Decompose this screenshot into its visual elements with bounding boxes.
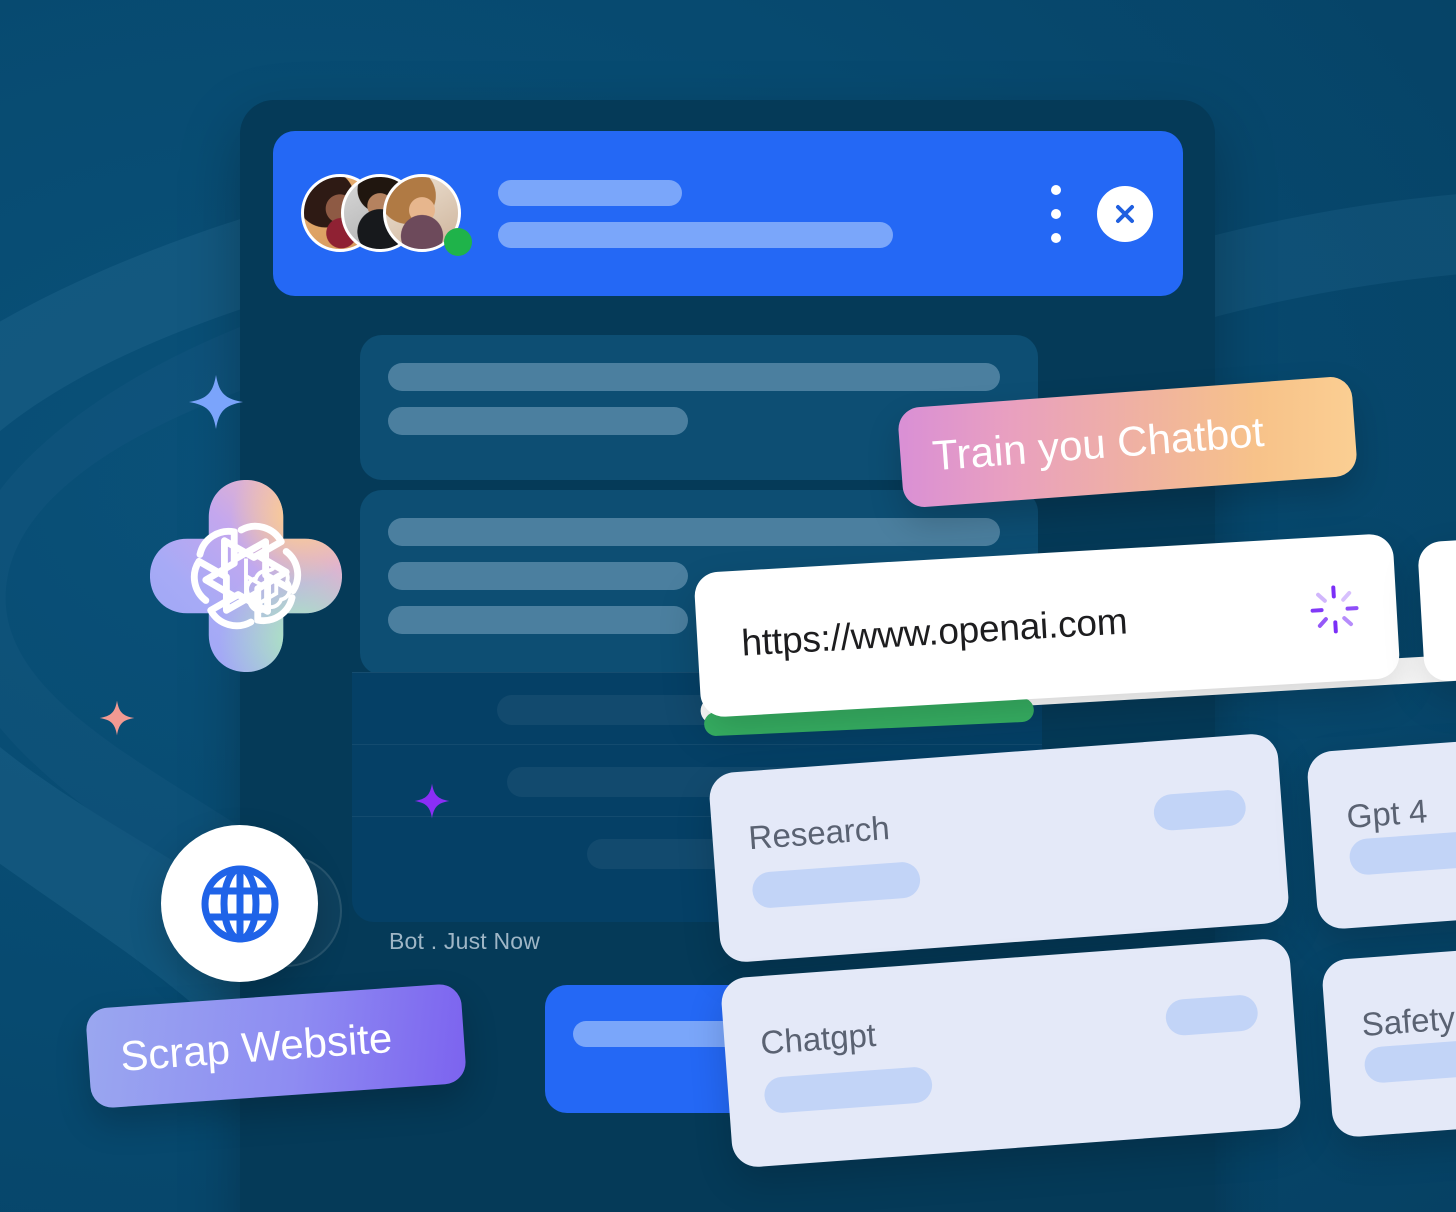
close-button[interactable] — [1097, 185, 1153, 242]
header-title-placeholder — [498, 179, 682, 206]
card-title: Chatgpt — [759, 1015, 878, 1062]
close-icon — [1116, 204, 1134, 223]
illustration-canvas: Bot . Just Now Train you Chatbot Scrap W… — [0, 0, 1456, 1212]
card-chip — [1152, 788, 1247, 832]
avatar-group — [301, 172, 486, 256]
card-placeholder-bar — [763, 1065, 934, 1115]
sparkle-blue-icon — [189, 375, 243, 429]
kebab-dot — [1051, 232, 1061, 243]
card-safety[interactable]: Safety — [1320, 939, 1456, 1139]
globe-button[interactable] — [161, 825, 318, 982]
card-placeholder-bar — [751, 860, 922, 910]
kebab-dot — [1051, 208, 1061, 219]
card-placeholder-bar — [1348, 827, 1456, 876]
header-title-placeholders — [498, 179, 1051, 248]
online-status-indicator — [444, 227, 472, 256]
message-meta-label: Bot . Just Now — [389, 928, 541, 954]
header-subtitle-placeholder — [498, 221, 893, 248]
sparkle-pink-icon — [99, 700, 135, 736]
kebab-menu-icon[interactable] — [1051, 184, 1061, 243]
message-line — [573, 1021, 748, 1047]
message-line — [388, 363, 1000, 391]
badge-train-label: Train you Chatbot — [930, 408, 1266, 480]
message-line — [388, 518, 1000, 546]
globe-icon — [201, 865, 278, 942]
card-title: Safety — [1360, 999, 1456, 1043]
sparkle-purple-icon — [414, 783, 450, 819]
message-line — [388, 562, 688, 590]
card-gpt4[interactable]: Gpt 4 — [1305, 731, 1456, 931]
message-line — [388, 606, 688, 634]
openai-logo-icon — [149, 479, 343, 673]
card-title: Research — [747, 809, 891, 857]
kebab-dot — [1051, 184, 1061, 195]
card-chip — [1164, 993, 1259, 1037]
chat-header-bar[interactable] — [273, 131, 1183, 296]
card-title: Gpt 4 — [1345, 792, 1429, 835]
loading-spinner-icon — [1310, 584, 1359, 633]
message-line — [388, 407, 688, 435]
url-input[interactable]: https://www.openai.com — [740, 589, 1309, 664]
badge-scrap-label: Scrap Website — [118, 1013, 394, 1080]
